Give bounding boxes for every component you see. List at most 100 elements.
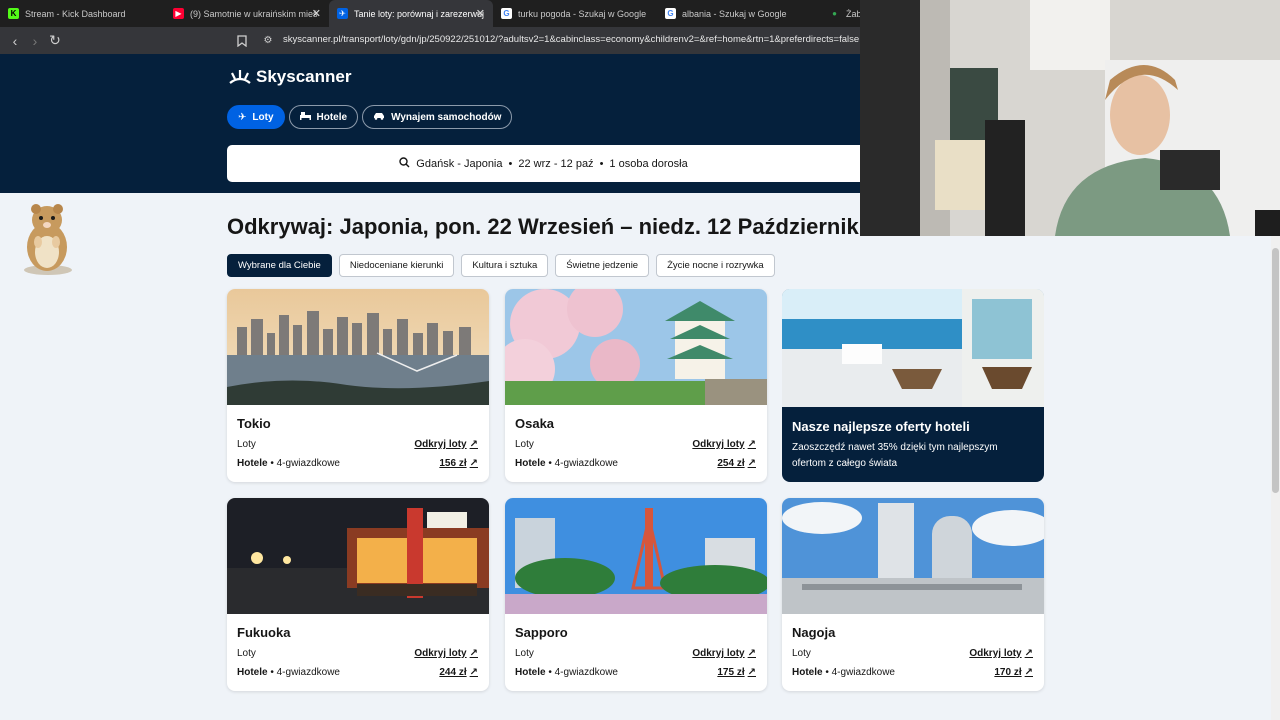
- destination-card-sapporo[interactable]: Sapporo Loty Odkryj loty ↗ Hotele • 4-gwi…: [505, 498, 767, 691]
- nav-label: Hotele: [316, 111, 348, 123]
- destination-card-tokio[interactable]: Tokio Loty Odkryj loty ↗ Hotele • 4-gwiaz…: [227, 289, 489, 482]
- tab-title: albania - Szukaj w Google: [682, 8, 787, 19]
- external-link-icon: ↗: [747, 667, 756, 678]
- hotels-label-text: Hotele: [515, 667, 546, 678]
- separator-dot: •: [508, 157, 513, 170]
- filter-great-food[interactable]: Świetne jedzenie: [555, 254, 650, 277]
- close-icon[interactable]: ✕: [312, 7, 321, 20]
- tab-youtube[interactable]: ▶ (9) Samotnie w ukraińskim mieś ✕: [165, 0, 329, 27]
- destination-card-nagoja[interactable]: Nagoja Loty Odkryj loty ↗ Hotele • 4-gwia…: [782, 498, 1044, 691]
- hotel-price: 244 zł: [439, 667, 467, 678]
- tab-maps[interactable]: ● Żab: [821, 0, 861, 27]
- hotels-stars: • 4-gwiazdkowe: [545, 667, 618, 678]
- map-pin-icon: ●: [832, 9, 837, 18]
- filter-nightlife[interactable]: Życie nocne i rozrywka: [656, 254, 775, 277]
- tab-title: Stream - Kick Dashboard: [25, 8, 126, 19]
- hotels-label-text: Hotele: [515, 458, 546, 469]
- google-favicon-icon: G: [665, 8, 676, 19]
- webcam-feed: [860, 0, 1280, 236]
- card-hotels-row: Hotele • 4-gwiazdkowe 244 zł ↗: [237, 667, 478, 678]
- car-icon: [373, 112, 385, 123]
- flights-label: Loty: [237, 439, 256, 450]
- plane-icon: ✈: [238, 111, 247, 123]
- bookmark-icon[interactable]: [232, 31, 252, 51]
- tab-title: (9) Samotnie w ukraińskim mieś: [190, 8, 318, 19]
- sunrise-logo-icon: [229, 70, 251, 84]
- separator-dot: •: [599, 157, 604, 170]
- sapporo-tv-tower-image: [505, 498, 767, 614]
- nav-car-hire[interactable]: Wynajem samochodów: [362, 105, 513, 129]
- nav-flights[interactable]: ✈ Loty: [227, 105, 285, 129]
- skyscanner-logo[interactable]: Skyscanner: [228, 67, 351, 87]
- youtube-favicon-icon: ▶: [173, 8, 184, 19]
- back-icon[interactable]: ‹: [5, 31, 25, 51]
- card-flights-row: Loty Odkryj loty ↗: [515, 439, 756, 450]
- external-link-icon: ↗: [469, 667, 478, 678]
- hotels-label-text: Hotele: [237, 667, 268, 678]
- google-favicon-icon: G: [501, 8, 512, 19]
- discover-flights-link[interactable]: Odkryj loty ↗: [414, 439, 478, 450]
- tab-title: Tanie loty: porównaj i zarezerwuj: [354, 8, 485, 19]
- destination-card-osaka[interactable]: Osaka Loty Odkryj loty ↗ Hotele • 4-gwiaz…: [505, 289, 767, 482]
- search-travellers: 1 osoba dorosła: [609, 157, 688, 170]
- hotel-price-link[interactable]: 175 zł ↗: [717, 667, 756, 678]
- link-text: Odkryj loty: [414, 648, 467, 659]
- external-link-icon: ↗: [469, 648, 478, 659]
- external-link-icon: ↗: [469, 439, 478, 450]
- site-settings-icon[interactable]: ⚙: [258, 31, 278, 51]
- address-bar[interactable]: skyscanner.pl/transport/loty/gdn/jp/2509…: [283, 34, 859, 45]
- filter-chips: Wybrane dla Ciebie Niedoceniane kierunki…: [227, 254, 782, 277]
- tab-skyscanner[interactable]: ✈ Tanie loty: porównaj i zarezerwuj ✕: [329, 0, 493, 27]
- filter-underrated[interactable]: Niedoceniane kierunki: [338, 254, 455, 277]
- destination-card-fukuoka[interactable]: Fukuoka Loty Odkryj loty ↗ Hotele • 4-gwi…: [227, 498, 489, 691]
- external-link-icon: ↗: [747, 458, 756, 469]
- flights-label: Loty: [515, 648, 534, 659]
- discover-flights-link[interactable]: Odkryj loty ↗: [969, 648, 1033, 659]
- hotels-stars: • 4-gwiazdkowe: [822, 667, 895, 678]
- promo-title: Nasze najlepsze oferty hoteli: [792, 419, 970, 434]
- search-summary-bar[interactable]: Gdańsk - Japonia • 22 wrz - 12 paź • 1 o…: [227, 145, 860, 182]
- link-text: Odkryj loty: [692, 439, 745, 450]
- nav-hotels[interactable]: Hotele: [288, 105, 359, 129]
- hotel-price-link[interactable]: 254 zł ↗: [717, 458, 756, 469]
- hotels-label-text: Hotele: [237, 458, 268, 469]
- card-city: Tokio: [237, 416, 271, 431]
- discover-flights-link[interactable]: Odkryj loty ↗: [692, 648, 756, 659]
- hotel-price-link[interactable]: 156 zł ↗: [439, 458, 478, 469]
- hotels-label: Hotele • 4-gwiazdkowe: [515, 667, 618, 678]
- forward-icon[interactable]: ›: [25, 31, 45, 51]
- card-hotels-row: Hotele • 4-gwiazdkowe 170 zł ↗: [792, 667, 1033, 678]
- hotels-label: Hotele • 4-gwiazdkowe: [237, 667, 340, 678]
- external-link-icon: ↗: [1024, 648, 1033, 659]
- card-city: Sapporo: [515, 625, 568, 640]
- external-link-icon: ↗: [747, 439, 756, 450]
- pool-terrace-image: [782, 289, 1044, 407]
- search-icon: [399, 156, 410, 171]
- hotels-label-text: Hotele: [792, 667, 823, 678]
- filter-chosen-for-you[interactable]: Wybrane dla Ciebie: [227, 254, 332, 277]
- kick-favicon-icon: K: [8, 8, 19, 19]
- card-city: Osaka: [515, 416, 555, 431]
- tab-google-turku[interactable]: G turku pogoda - Szukaj w Google: [493, 0, 657, 27]
- hotel-price-link[interactable]: 244 zł ↗: [439, 667, 478, 678]
- filter-culture-art[interactable]: Kultura i sztuka: [461, 254, 549, 277]
- hotel-price-link[interactable]: 170 zł ↗: [994, 667, 1033, 678]
- hamster-sticker-icon: [16, 200, 78, 276]
- tab-title: turku pogoda - Szukaj w Google: [518, 8, 647, 19]
- discover-flights-link[interactable]: Odkryj loty ↗: [692, 439, 756, 450]
- close-icon[interactable]: ✕: [476, 7, 485, 20]
- tab-kick-dashboard[interactable]: K Stream - Kick Dashboard: [0, 0, 165, 27]
- product-nav: ✈ Loty Hotele Wynajem samochodów: [227, 105, 516, 129]
- fukuoka-street-image: [227, 498, 489, 614]
- hotel-deals-promo[interactable]: Nasze najlepsze oferty hoteli Zaoszczędź…: [782, 289, 1044, 482]
- card-hotels-row: Hotele • 4-gwiazdkowe 175 zł ↗: [515, 667, 756, 678]
- flights-label: Loty: [792, 648, 811, 659]
- discover-flights-link[interactable]: Odkryj loty ↗: [414, 648, 478, 659]
- external-link-icon: ↗: [747, 648, 756, 659]
- hotels-label: Hotele • 4-gwiazdkowe: [792, 667, 895, 678]
- flights-label: Loty: [515, 439, 534, 450]
- hotels-label: Hotele • 4-gwiazdkowe: [515, 458, 618, 469]
- reload-icon[interactable]: ↻: [45, 31, 65, 51]
- scrollbar-thumb[interactable]: [1272, 248, 1279, 493]
- tab-google-albania[interactable]: G albania - Szukaj w Google: [657, 0, 821, 27]
